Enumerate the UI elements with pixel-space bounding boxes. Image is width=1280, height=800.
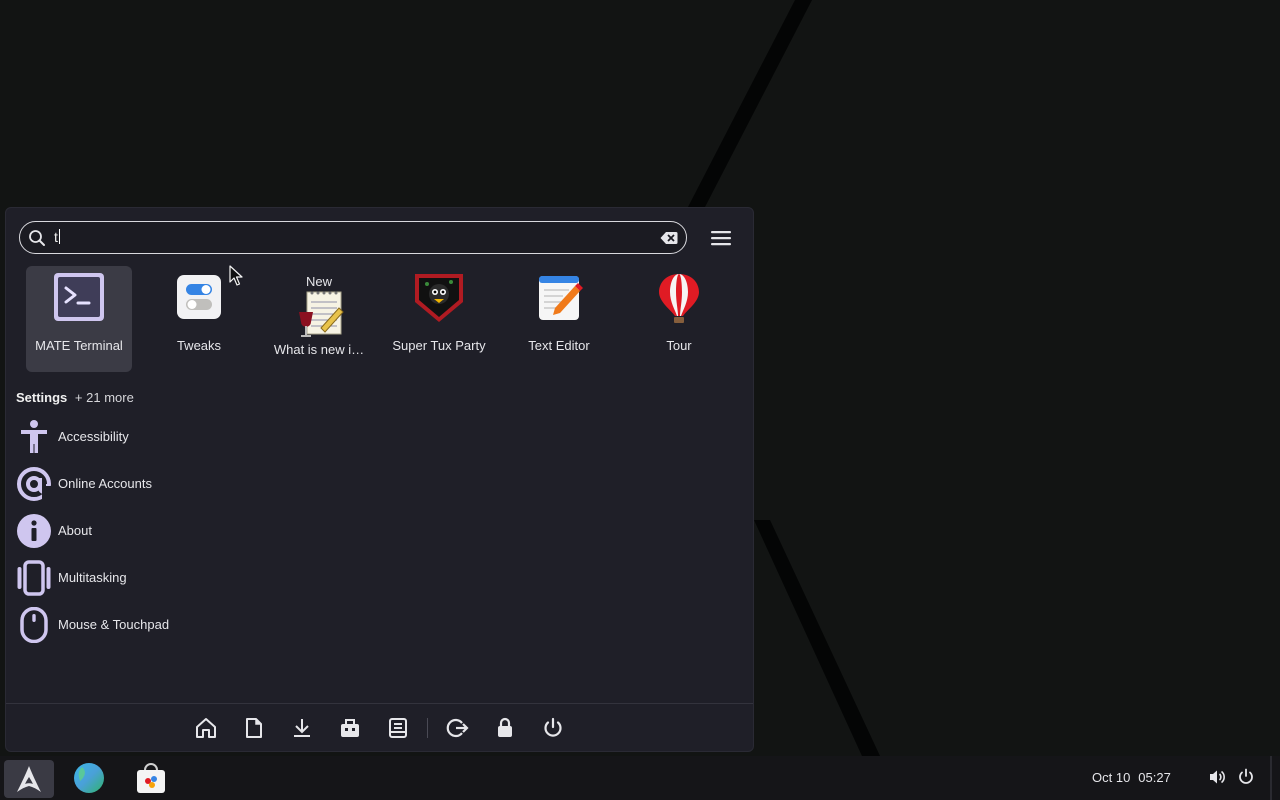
more-results-link[interactable]: + 21 more: [75, 390, 134, 405]
lock-icon[interactable]: [493, 716, 517, 740]
section-title: Settings: [16, 390, 68, 405]
search-input[interactable]: t: [19, 221, 687, 254]
search-text: t: [54, 229, 60, 245]
mouse-icon: [20, 607, 48, 643]
power-icon[interactable]: [1237, 768, 1255, 786]
app-label: Text Editor: [528, 338, 590, 353]
toolbox-icon[interactable]: [338, 716, 362, 740]
power-icon[interactable]: [541, 716, 565, 740]
download-icon[interactable]: [290, 716, 314, 740]
settings-section-header: Settings + 21 more: [16, 390, 134, 405]
info-icon: [17, 514, 51, 548]
app-tour[interactable]: Tour: [626, 266, 732, 372]
home-icon[interactable]: [194, 716, 218, 740]
tweaks-icon: [177, 275, 221, 319]
app-label: MATE Terminal: [35, 338, 123, 353]
setting-label: Online Accounts: [58, 476, 152, 491]
clock-time: 05:27: [1138, 770, 1171, 785]
app-launcher-button[interactable]: [4, 760, 54, 798]
quick-actions-bar: [6, 704, 753, 752]
supertux-party-icon: [415, 274, 463, 322]
app-label: Super Tux Party: [392, 338, 486, 353]
search-icon: [29, 230, 45, 246]
clock[interactable]: Oct 10 05:27: [1092, 770, 1171, 785]
app-label: What is new i…: [273, 342, 365, 357]
menu-hamburger-icon[interactable]: [710, 229, 732, 247]
clear-search-icon[interactable]: [660, 229, 678, 247]
multitasking-icon: [17, 560, 51, 596]
document-icon[interactable]: [242, 716, 266, 740]
setting-label: About: [58, 523, 92, 538]
actions-divider: [427, 718, 428, 738]
terminal-icon: [54, 273, 104, 321]
app-results: MATE Terminal Tweaks New What is new i… …: [26, 266, 746, 374]
app-mate-terminal[interactable]: MATE Terminal: [26, 266, 132, 372]
taskbar: Oct 10 05:27: [0, 756, 1280, 800]
app-super-tux-party[interactable]: Super Tux Party: [386, 266, 492, 372]
app-whats-new[interactable]: New What is new i…: [266, 266, 372, 372]
software-store-icon[interactable]: [134, 761, 168, 795]
setting-mouse-touchpad[interactable]: Mouse & Touchpad: [16, 605, 316, 645]
app-menu: t MATE Terminal Tweaks New What is new i…: [5, 207, 754, 752]
wine-notepad-icon: [299, 291, 344, 337]
setting-multitasking[interactable]: Multitasking: [16, 558, 316, 598]
setting-label: Mouse & Touchpad: [58, 617, 170, 632]
setting-label: Accessibility: [58, 429, 129, 444]
logout-icon[interactable]: [446, 716, 470, 740]
browser-globe-icon[interactable]: [72, 761, 106, 795]
setting-label: Multitasking: [58, 570, 127, 585]
app-label: Tour: [666, 338, 692, 353]
accessibility-icon: [21, 420, 47, 453]
new-badge: New: [305, 274, 332, 289]
panel-edge: [1270, 756, 1272, 800]
archive-icon[interactable]: [386, 716, 410, 740]
app-text-editor[interactable]: Text Editor: [506, 266, 612, 372]
text-editor-icon: [539, 276, 583, 320]
setting-accessibility[interactable]: Accessibility: [16, 417, 316, 457]
app-label: Tweaks: [176, 338, 222, 353]
volume-icon[interactable]: [1208, 768, 1226, 786]
mouse-cursor-icon: [229, 265, 243, 286]
arch-launcher-icon: [17, 766, 41, 792]
setting-online-accounts[interactable]: Online Accounts: [16, 464, 316, 504]
setting-about[interactable]: About: [16, 511, 316, 551]
balloon-icon: [659, 274, 699, 323]
at-sign-icon: [17, 467, 52, 502]
clock-date: Oct 10: [1092, 770, 1131, 785]
